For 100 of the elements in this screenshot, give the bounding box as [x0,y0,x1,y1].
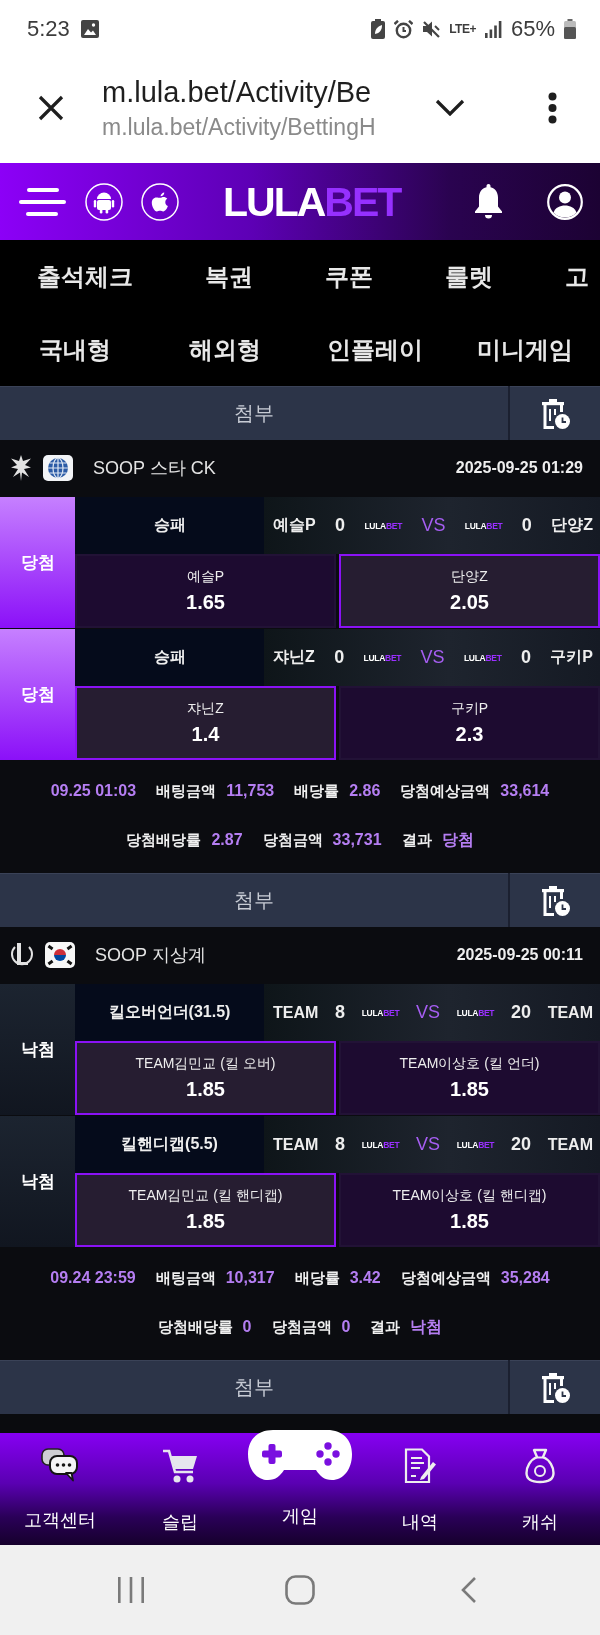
back-icon[interactable] [461,1576,477,1604]
team-score: 8 [335,1002,346,1023]
team-logo: LULABET [456,1139,495,1150]
option-name: 구키P [450,700,489,718]
summary-label: 배팅금액 [155,1268,216,1288]
trash-button[interactable] [510,873,600,927]
league-name: SOOP 스타 CK [93,457,216,480]
team-score: 0 [521,515,532,536]
team-score: 20 [510,1002,531,1023]
summary-label: 당첨예상금액 [400,781,491,801]
menu-tab[interactable]: 국내형 [39,334,111,366]
menu-tab[interactable]: 해외형 [189,334,261,366]
menu-tab[interactable]: 출석체크 [37,261,133,293]
summary-value: 11,753 [226,782,275,800]
menu-tab[interactable]: 고 [565,261,589,293]
market-cell: 킬오버언더(31.5) [75,984,264,1041]
site-logo[interactable]: LULABET [223,179,401,224]
nav-button[interactable]: 고객센터 [0,1433,120,1531]
page-title: m.lula.bet/Activity/Be [102,75,373,110]
summary-label: 결과 [401,830,432,850]
globe-icon [43,455,73,481]
odds-value: 1.85 [450,1210,489,1233]
trash-button[interactable] [510,1360,600,1414]
close-icon[interactable] [38,94,64,121]
summary-value: 09.25 01:03 [50,782,137,800]
chat-icon [41,1448,79,1482]
menu-icon[interactable] [19,187,66,216]
summary-value: 0 [341,1318,351,1336]
team-name: TEAM [273,1135,319,1154]
team-score: 8 [335,1134,346,1155]
bell-icon[interactable] [472,183,505,220]
result-cell: 낙첨 [0,1116,75,1247]
nav-button[interactable]: 내역 [360,1433,480,1533]
home-icon[interactable] [285,1575,315,1605]
nav-button[interactable]: 캐쉬 [480,1433,600,1533]
team-logo: LULABET [361,1007,400,1018]
summary-value: 33,731 [332,831,382,849]
vs-label: VS [421,515,446,536]
team-logo: LULABET [363,652,402,663]
battery-saver-icon [371,19,386,39]
nav-button[interactable]: 게임 [240,1430,360,1527]
trash-clock-icon [540,1372,570,1403]
summary-value: 10,317 [225,1269,275,1287]
more-icon[interactable] [548,91,557,124]
emblem-icon [11,942,33,968]
option-name: TEAM이상호 (킬 핸디캡) [392,1187,547,1205]
android-icon[interactable] [85,182,123,221]
apple-icon[interactable] [141,182,179,221]
team-name: 구키P [550,647,593,667]
team-name: 쟈닌Z [273,647,315,667]
menu-tab[interactable]: 인플레이 [327,334,423,366]
market-cell: 승패 [75,497,264,554]
menu-tab[interactable]: 룰렛 [445,261,493,293]
money-bag-icon [525,1448,555,1484]
trash-clock-icon [540,398,570,429]
option-name: 예슬P [186,568,225,586]
menu-tab[interactable]: 복권 [205,261,253,293]
alarm-icon [394,19,414,39]
market-cell: 승패 [75,629,264,686]
battery-percent: 65% [510,16,555,42]
attach-button[interactable]: 첨부 [0,1360,508,1414]
odds-value: 1.85 [186,1210,225,1233]
user-icon[interactable] [547,183,583,220]
summary-value: 3.42 [349,1269,381,1287]
summary-value: 33,614 [500,782,550,800]
summary-label: 당첨금액 [271,1317,332,1337]
cart-icon [162,1448,198,1484]
attach-button[interactable]: 첨부 [0,386,508,440]
option-name: 쟈닌Z [187,700,224,718]
status-time: 5:23 [27,16,70,42]
odds-value: 1.85 [186,1078,225,1101]
network-type: LTE+ [449,22,476,36]
nav-button[interactable]: 슬립 [120,1433,240,1533]
summary-value: 0 [242,1318,252,1336]
trash-button[interactable] [510,386,600,440]
team-score: 20 [510,1134,531,1155]
gamepad-icon [248,1430,352,1480]
team-logo: LULABET [364,520,403,531]
mute-icon [422,20,441,38]
result-cell: 낙첨 [0,984,75,1115]
chevron-down-icon[interactable] [435,99,465,116]
vs-label: VS [416,1002,440,1023]
summary-label: 당첨금액 [262,830,323,850]
menu-tab[interactable]: 미니게임 [477,334,573,366]
team-name: TEAM [273,1003,319,1022]
team-name: 단양Z [551,515,593,535]
recents-icon[interactable] [117,1576,145,1604]
summary-value: 09.24 23:59 [50,1269,136,1287]
summary-value: 2.86 [349,782,381,800]
flag-icon [45,942,75,968]
signal-icon [484,20,502,38]
result-cell: 당첨 [0,629,75,760]
menu-tab[interactable]: 쿠폰 [325,261,373,293]
vs-label: VS [416,1134,440,1155]
summary-value: 낙첨 [410,1316,443,1337]
league-name: SOOP 지상계 [95,944,206,967]
summary-value: 2.87 [211,831,243,849]
page-url: m.lula.bet/Activity/BettingH [102,113,377,141]
attach-button[interactable]: 첨부 [0,873,508,927]
vs-label: VS [420,647,445,668]
